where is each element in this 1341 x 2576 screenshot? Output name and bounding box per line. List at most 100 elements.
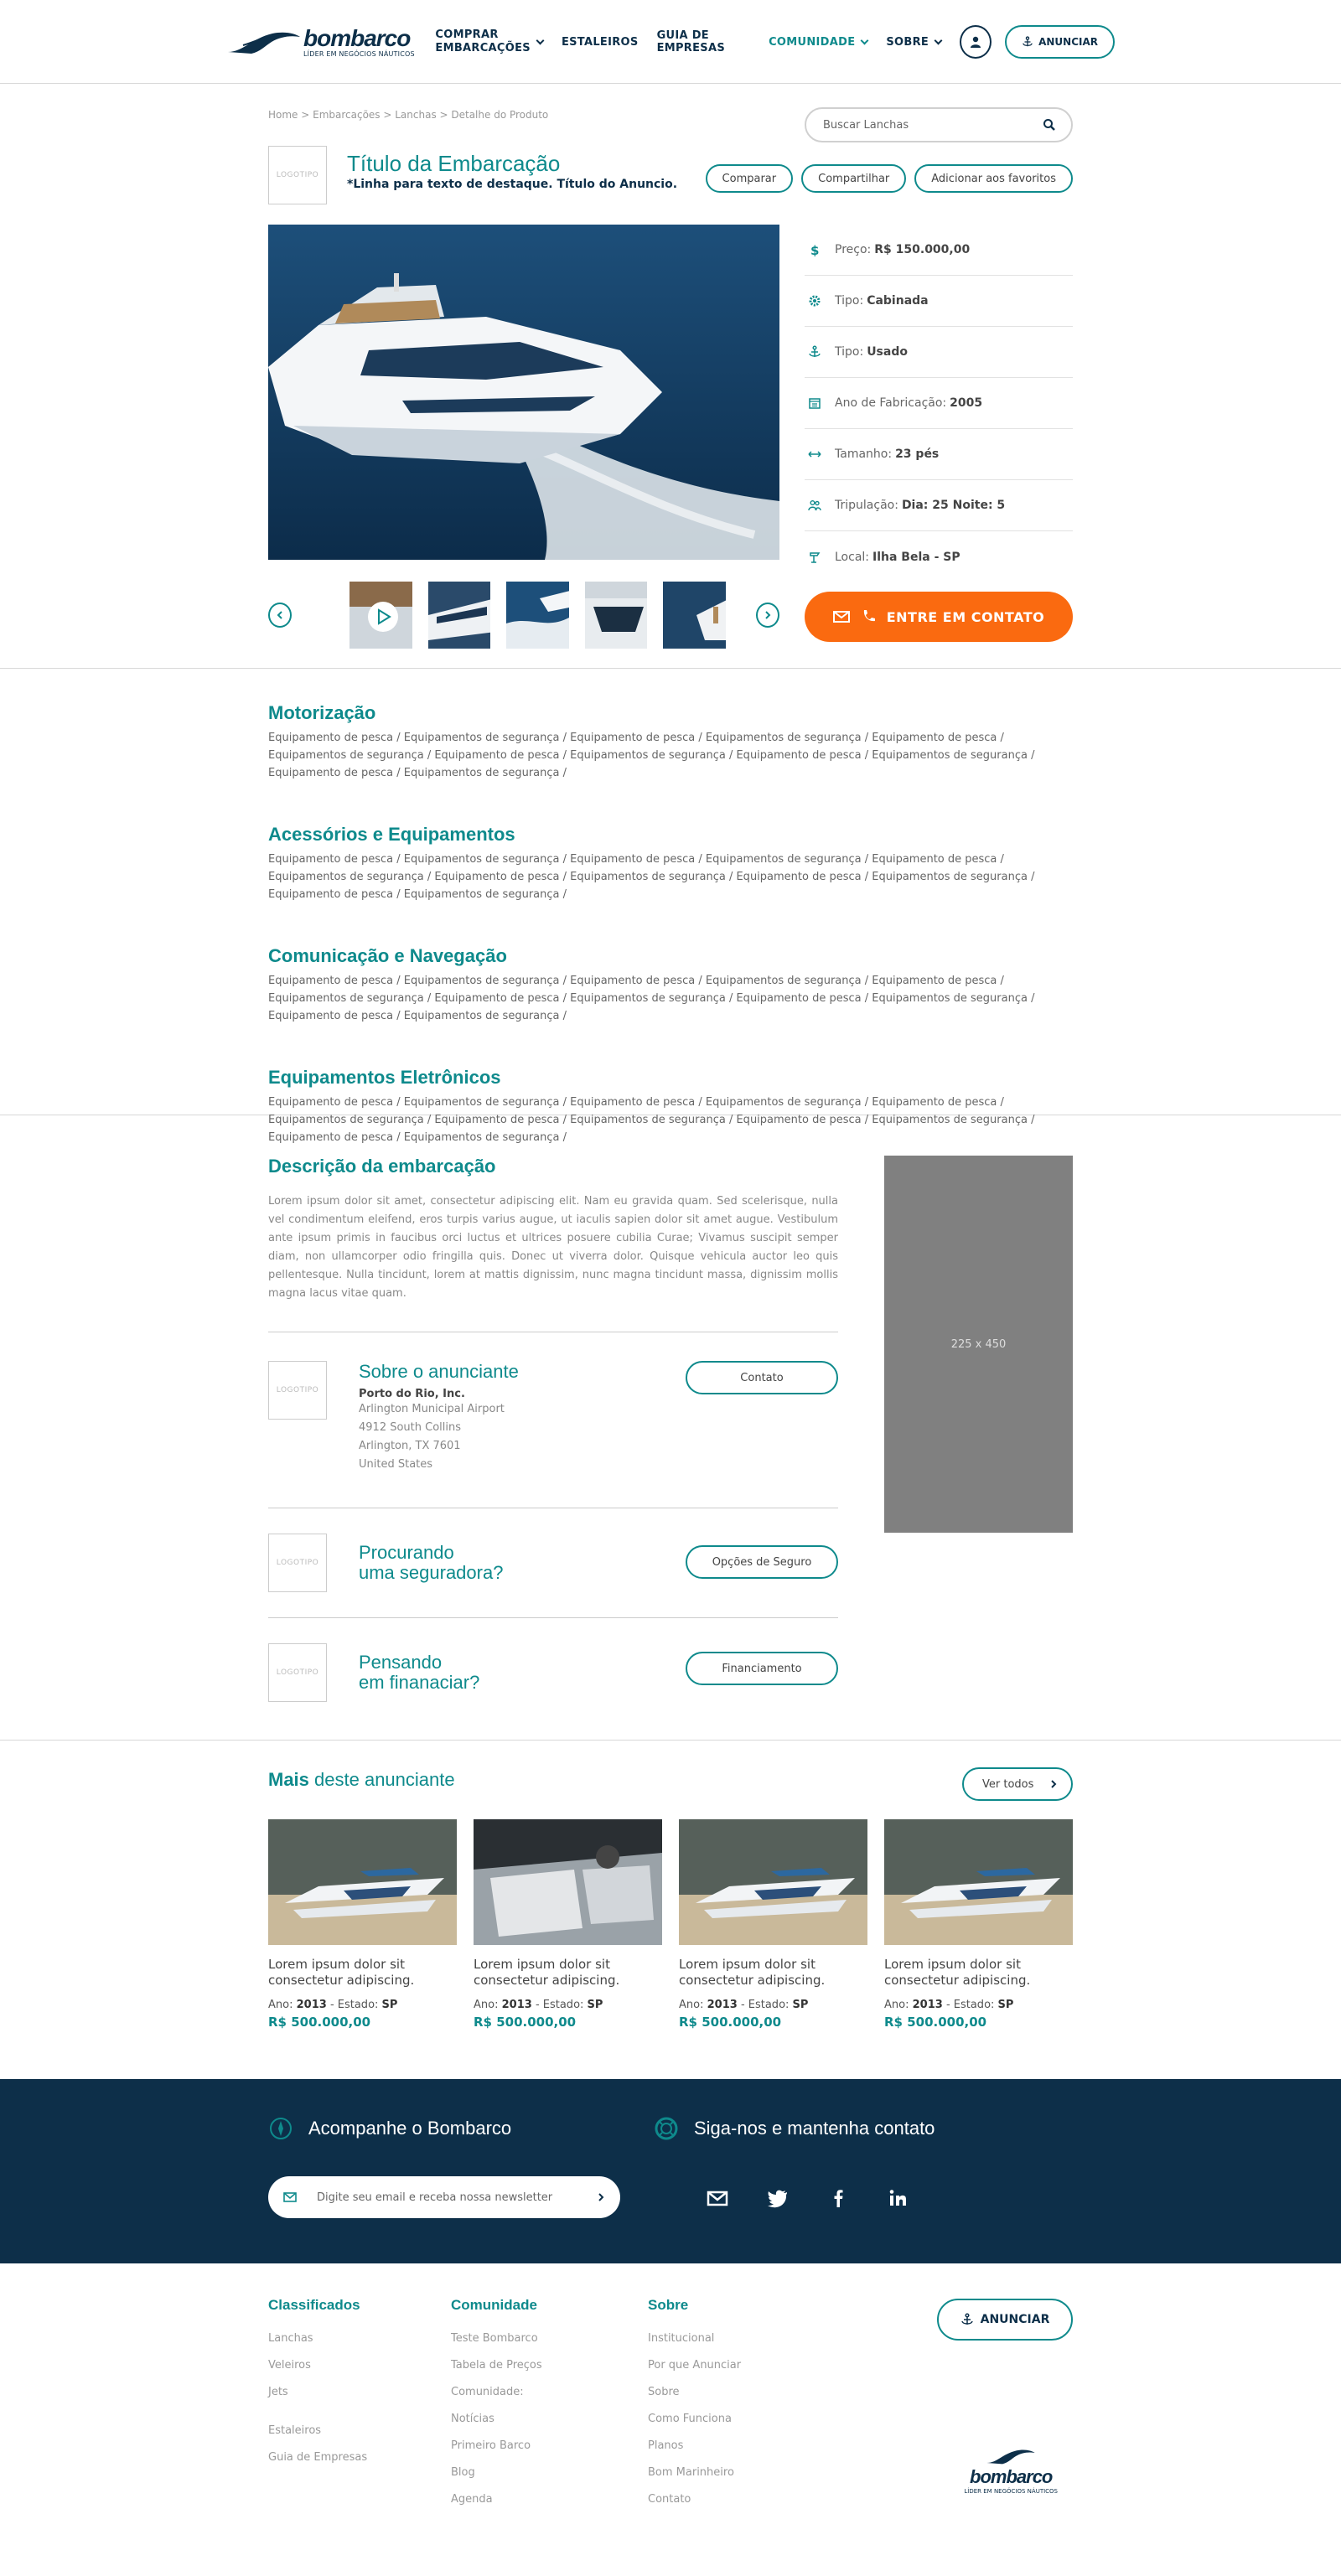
chevron-down-icon	[934, 36, 943, 44]
financing-button[interactable]: Financiamento	[686, 1652, 838, 1685]
footer-link[interactable]: Teste Bombarco	[451, 2325, 542, 2352]
email-social-link[interactable]	[701, 2181, 734, 2215]
twitter-link[interactable]	[761, 2181, 795, 2215]
boat-photo	[268, 1819, 457, 1945]
newsletter-input[interactable]: Digite seu email e receba nossa newslett…	[268, 2176, 620, 2218]
carousel-next-button[interactable]	[755, 603, 780, 628]
spec-label: Tripulação:	[835, 499, 898, 512]
listing-card[interactable]: Lorem ipsum dolor sit consectetur adipis…	[884, 1819, 1073, 2030]
thumbnail-image	[663, 582, 726, 649]
carousel-prev-button[interactable]	[268, 603, 293, 628]
breadcrumb[interactable]: Home > Embarcações > Lanchas > Detalhe d…	[268, 109, 548, 121]
nav-comunidade[interactable]: COMUNIDADE	[769, 35, 869, 49]
footer-link[interactable]: Guia de Empresas	[268, 2444, 367, 2471]
advertiser-address-line: Arlington, TX 7601	[359, 1440, 461, 1452]
footer-link[interactable]: Como Funciona	[648, 2406, 741, 2433]
footer-anunciar-button[interactable]: ANUNCIAR	[937, 2299, 1073, 2341]
listing-state-label: - Estado:	[740, 1999, 790, 2011]
thumbnail-4[interactable]	[584, 582, 648, 649]
thumbnail-5[interactable]	[663, 582, 726, 649]
search-input[interactable]	[823, 118, 1024, 132]
spec-value: R$ 150.000,00	[874, 243, 971, 256]
yacht-photo	[268, 225, 779, 560]
twitter-icon	[768, 2190, 787, 2208]
insurance-title: Procurando uma seguradora?	[359, 1543, 543, 1583]
footer-link[interactable]: Jets	[268, 2379, 367, 2406]
spec-value: 2005	[950, 396, 983, 410]
anunciar-button[interactable]: ANUNCIAR	[1005, 25, 1116, 59]
user-account-button[interactable]	[960, 25, 992, 59]
more-title: Mais deste anunciante	[268, 1769, 1073, 1791]
main-photo[interactable]	[268, 225, 779, 560]
nav-sobre[interactable]: SOBRE	[886, 36, 943, 49]
listing-price: R$ 500.000,00	[884, 2015, 987, 2030]
favorite-button[interactable]: Adicionar aos favoritos	[914, 164, 1073, 193]
insurance-logo-placeholder: LOGOTIPO	[268, 1534, 327, 1592]
footer-link[interactable]: Lanchas	[268, 2325, 367, 2352]
facebook-link[interactable]	[821, 2181, 855, 2215]
spec-price: $ Preço: R$ 150.000,00	[805, 225, 1073, 276]
spec-crew: Tripulação: Dia: 25 Noite: 5	[805, 480, 1073, 531]
more-from-advertiser: Mais deste anunciante Ver todos Lorem ip…	[268, 1741, 1073, 2079]
lifebuoy-icon	[655, 2117, 678, 2140]
thumbnail-3[interactable]	[506, 582, 569, 649]
feature-title: Motorização	[268, 702, 376, 723]
footer-link[interactable]: Institucional	[648, 2325, 741, 2352]
listing-card[interactable]: Lorem ipsum dolor sit consectetur adipis…	[679, 1819, 867, 2030]
footer-link[interactable]: Primeiro Barco	[451, 2433, 542, 2460]
contact-button[interactable]: ENTRE EM CONTATO	[805, 592, 1073, 642]
footer-link[interactable]: Tabela de Preços	[451, 2352, 542, 2379]
share-button[interactable]: Compartilhar	[801, 164, 907, 193]
search-box[interactable]	[805, 107, 1073, 142]
listing-state: SP	[997, 1999, 1014, 2011]
listing-price: R$ 500.000,00	[268, 2015, 371, 2030]
footer-link[interactable]: Bom Marinheiro	[648, 2460, 741, 2486]
phone-icon	[863, 610, 875, 622]
footer-link[interactable]: Contato	[648, 2486, 741, 2513]
insurance-options-button[interactable]: Opções de Seguro	[686, 1545, 838, 1579]
linkedin-link[interactable]	[882, 2181, 915, 2215]
see-all-button[interactable]: Ver todos	[962, 1767, 1073, 1801]
footer-link[interactable]: Agenda	[451, 2486, 542, 2513]
footer-link[interactable]: Comunidade:	[451, 2379, 542, 2406]
facebook-icon	[834, 2190, 843, 2207]
social-text: Siga-nos e mantenha contato	[694, 2118, 935, 2139]
footer-link[interactable]: Planos	[648, 2433, 741, 2460]
nav-estaleiros[interactable]: ESTALEIROS	[562, 36, 639, 49]
footer-link[interactable]: Veleiros	[268, 2352, 367, 2379]
footer-link[interactable]: Notícias	[451, 2406, 542, 2433]
footer-link[interactable]: Por que Anunciar	[648, 2352, 741, 2379]
listing-card[interactable]: Lorem ipsum dolor sit consectetur adipis…	[268, 1819, 457, 2030]
listing-card[interactable]: Lorem ipsum dolor sit consectetur adipis…	[474, 1819, 662, 2030]
footer-link[interactable]: Estaleiros	[268, 2418, 367, 2444]
nav-comunidade-label: COMUNIDADE	[769, 35, 856, 49]
chevron-right-icon[interactable]	[597, 2193, 605, 2201]
bombarco-logo[interactable]: bombarco LÍDER EM NEGÓCIOS NÁUTICOS	[226, 26, 432, 58]
description-title: Descrição da embarcação	[268, 1156, 496, 1177]
video-thumbnail	[349, 582, 412, 649]
advertiser-contact-button[interactable]: Contato	[686, 1361, 838, 1394]
location-icon	[810, 551, 821, 563]
thumbnail-2[interactable]	[427, 582, 491, 649]
newsletter-band: Acompanhe o Bombarco Siga-nos e mantenha…	[0, 2079, 1341, 2263]
nav-comprar[interactable]: COMPRAR EMBARCAÇÕES	[435, 28, 545, 55]
features-section: Motorização Equipamento de pesca / Equip…	[268, 669, 1073, 1144]
ad-banner[interactable]: 225 x 450	[884, 1156, 1073, 1533]
financing-block: LOGOTIPO Pensando em finanaciar? Financi…	[268, 1617, 838, 1727]
thumbnail-image	[427, 582, 491, 649]
compare-button[interactable]: Comparar	[705, 164, 794, 193]
search-icon[interactable]	[1043, 118, 1056, 132]
page-subtitle: *Linha para texto de destaque. Título do…	[347, 178, 678, 191]
footer-link[interactable]: Blog	[451, 2460, 542, 2486]
wave-logo-icon	[986, 2449, 1035, 2465]
feature-text: Equipamento de pesca / Equipamentos de s…	[268, 732, 1035, 779]
footer-col-title: Sobre	[648, 2297, 689, 2313]
footer-logo[interactable]: bombarco LÍDER EM NEGÓCIOS NÁUTICOS	[964, 2446, 1058, 2495]
footer-link[interactable]: Sobre	[648, 2379, 741, 2406]
thumbnail-video[interactable]	[349, 582, 412, 649]
listing-year: 2013	[912, 1999, 943, 2011]
anchor-icon	[809, 345, 821, 357]
nav-guia-empresas[interactable]: GUIA DE EMPRESAS	[657, 29, 751, 54]
spec-label: Preço:	[835, 243, 872, 256]
footer-col-title: Comunidade	[451, 2297, 537, 2313]
